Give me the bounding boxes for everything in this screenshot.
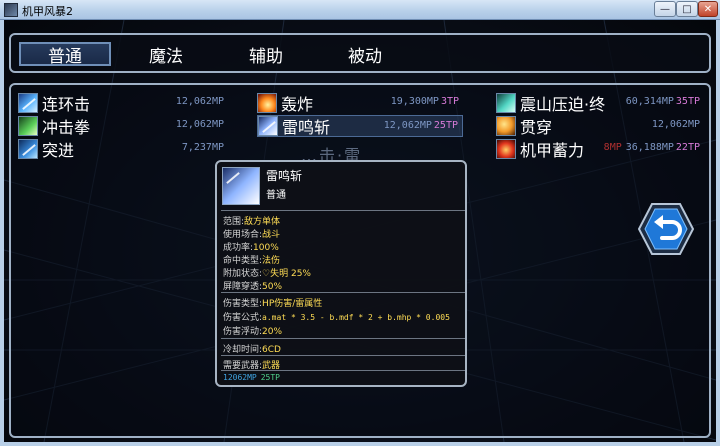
orange-pierce-icon bbox=[496, 116, 516, 136]
blue-dash-icon bbox=[18, 139, 38, 159]
tooltip-category: 普通 bbox=[266, 190, 286, 201]
tooltip-damage-type-row: 伤害类型:HP伤害/雷属性 bbox=[223, 299, 323, 309]
tab-magic[interactable]: 魔法 bbox=[120, 42, 212, 67]
green-fist-icon bbox=[18, 116, 38, 136]
red-charge-icon bbox=[496, 139, 516, 159]
lightning-slash-icon bbox=[258, 116, 278, 136]
divider bbox=[221, 370, 465, 371]
skill-item-chain-strike[interactable]: 连环击 12,062MP bbox=[18, 92, 228, 114]
maximize-button[interactable]: □ bbox=[676, 1, 698, 17]
window-titlebar: 机甲风暴2 — □ ✕ bbox=[0, 0, 720, 20]
skill-mp-cost: 12,062MP bbox=[175, 96, 224, 107]
skill-name: 雷鸣斩 bbox=[282, 118, 331, 137]
lightning-slash-icon bbox=[222, 167, 260, 205]
skill-tp-cost: 3TP bbox=[440, 96, 459, 107]
skill-mp-cost: 12,062MP bbox=[175, 119, 224, 130]
skill-name: 轰炸 bbox=[281, 95, 314, 114]
skill-tp-cost: 25TP bbox=[433, 120, 458, 131]
tooltip-mp-cost: 12062MP bbox=[223, 373, 257, 382]
tooltip-title: 雷鸣斩 bbox=[266, 169, 303, 183]
tooltip-variance-row: 伤害浮动:20% bbox=[223, 327, 283, 337]
skill-mp-cost: 36,188MP bbox=[625, 142, 674, 153]
skill-item-dash[interactable]: 突进 7,237MP bbox=[18, 138, 228, 160]
skill-tp-cost: 22TP bbox=[675, 142, 700, 153]
skill-name: 震山压迫·终 bbox=[520, 95, 606, 114]
skill-item-mech-charge[interactable]: 机甲蓄力 8MP 36,188MP 22TP bbox=[496, 138, 704, 160]
tab-support[interactable]: 辅助 bbox=[220, 42, 312, 67]
tooltip-success-row: 成功率:100% bbox=[223, 243, 279, 253]
skill-tooltip: 雷鸣斩 普通 范围:敌方单体 使用场合:战斗 成功率:100% 命中类型:法伤 … bbox=[215, 160, 467, 387]
teal-quake-icon bbox=[496, 93, 516, 113]
app-icon bbox=[4, 3, 18, 17]
skill-mp-cost: 7,237MP bbox=[181, 142, 224, 153]
fire-blast-icon bbox=[257, 93, 277, 113]
skill-mp-cost: 60,314MP bbox=[625, 96, 674, 107]
tooltip-cost-footer: 12062MP 25TP bbox=[223, 373, 280, 382]
divider bbox=[221, 338, 465, 339]
tooltip-tp-cost: 25TP bbox=[260, 373, 280, 382]
tooltip-formula-row: 伤害公式:a.mat * 3.5 - b.mdf * 2 + b.mhp * 0… bbox=[223, 313, 450, 323]
skill-name: 连环击 bbox=[42, 95, 91, 114]
tooltip-hit-type-row: 命中类型:法伤 bbox=[223, 256, 281, 266]
skill-name: 冲击拳 bbox=[42, 118, 91, 137]
skill-name: 机甲蓄力 bbox=[520, 141, 585, 160]
tab-passive[interactable]: 被动 bbox=[319, 42, 411, 67]
game-canvas: 普通 魔法 辅助 被动 连环击 12,062MP 冲击拳 12,062MP 突进… bbox=[4, 20, 716, 442]
skill-name: 贯穿 bbox=[520, 118, 553, 137]
window-title: 机甲风暴2 bbox=[22, 5, 73, 18]
skill-item-thunder-slash[interactable]: 雷鸣斩 12,062MP 25TP bbox=[257, 115, 463, 137]
skill-mp-cost: 19,300MP bbox=[390, 96, 439, 107]
tooltip-range-row: 范围:敌方单体 bbox=[223, 217, 281, 227]
skill-item-quake-finale[interactable]: 震山压迫·终 60,314MP 35TP bbox=[496, 92, 704, 114]
skill-tp-cost: 35TP bbox=[675, 96, 700, 107]
hidden-cost-fragment: 8MP bbox=[603, 142, 622, 153]
skill-category-tabs: 普通 魔法 辅助 被动 bbox=[9, 33, 711, 73]
skill-name: 突进 bbox=[42, 141, 75, 160]
skill-mp-cost: 12,062MP bbox=[383, 120, 432, 131]
blue-slash-icon bbox=[18, 93, 38, 113]
tooltip-occasion-row: 使用场合:战斗 bbox=[223, 230, 281, 240]
tooltip-cooldown-row: 冷却时间:6CD bbox=[223, 345, 281, 355]
skill-item-bombard[interactable]: 轰炸 19,300MP 3TP bbox=[257, 92, 463, 114]
close-button[interactable]: ✕ bbox=[698, 1, 718, 17]
divider bbox=[221, 355, 465, 356]
skill-item-pierce[interactable]: 贯穿 12,062MP bbox=[496, 115, 704, 137]
skill-item-impact-fist[interactable]: 冲击拳 12,062MP bbox=[18, 115, 228, 137]
tab-normal[interactable]: 普通 bbox=[19, 42, 111, 67]
minimize-button[interactable]: — bbox=[654, 1, 676, 17]
divider bbox=[221, 292, 465, 293]
tooltip-state-row: 附加状态:♡失明 25% bbox=[223, 269, 311, 279]
skill-mp-cost: 12,062MP bbox=[651, 119, 700, 130]
divider bbox=[221, 210, 465, 211]
return-button[interactable] bbox=[638, 203, 694, 255]
tooltip-barrier-row: 屏障穿透:50% bbox=[223, 282, 283, 292]
